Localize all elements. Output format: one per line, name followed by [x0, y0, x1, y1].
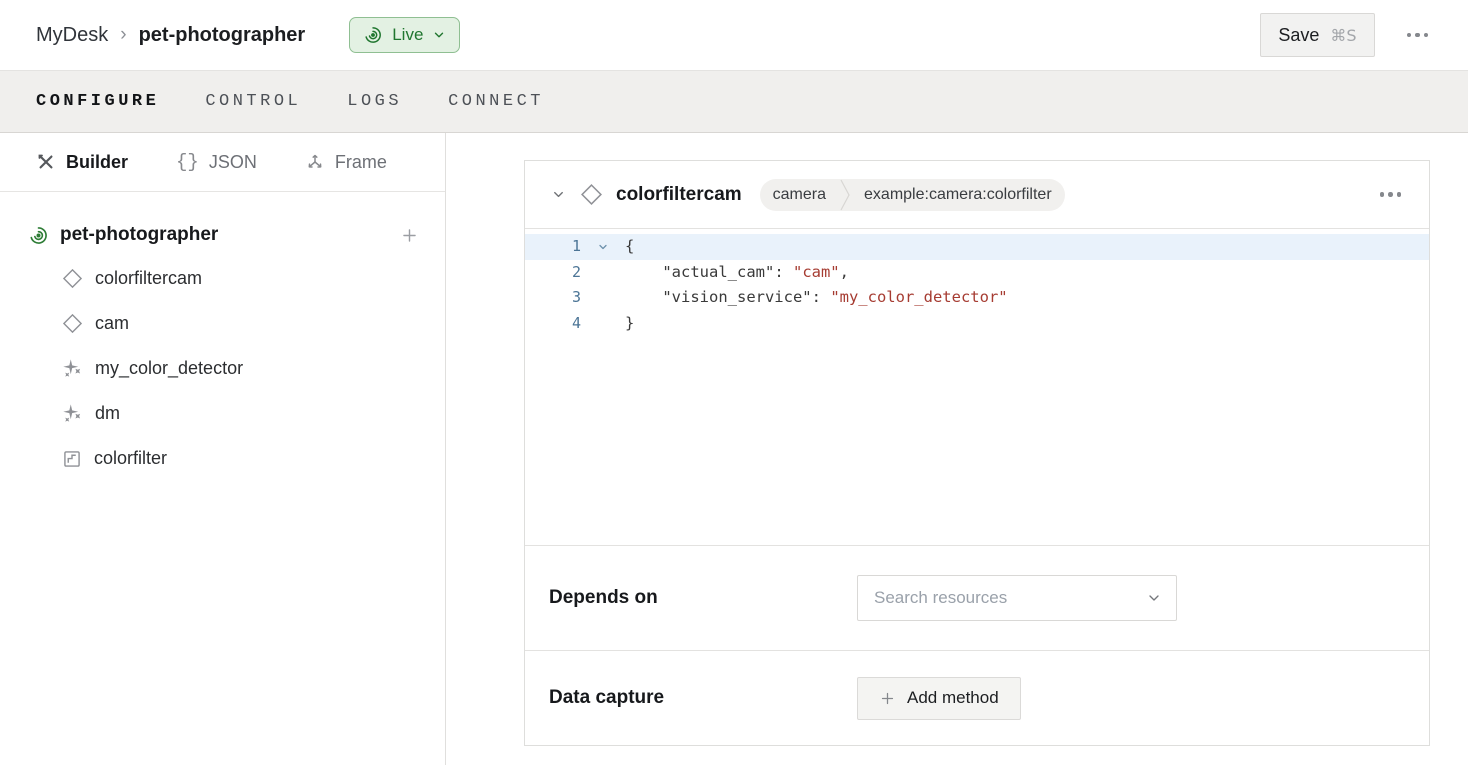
component-diamond-icon	[580, 183, 603, 206]
line-number: 4	[525, 311, 581, 337]
breadcrumb-machine[interactable]: pet-photographer	[139, 24, 306, 47]
code-text: "actual_cam": "cam",	[625, 260, 849, 286]
resource-card: colorfiltercam camera example:camera:col…	[524, 160, 1430, 746]
fold-spacer	[581, 285, 625, 311]
code-text: {	[625, 234, 634, 260]
fold-spacer	[581, 260, 625, 286]
save-shortcut: ⌘S	[1330, 26, 1356, 45]
card-menu-button[interactable]	[1376, 186, 1406, 203]
badge-separator-icon	[839, 179, 851, 211]
tab-configure[interactable]: CONFIGURE	[36, 88, 159, 115]
module-icon	[62, 449, 82, 469]
chevron-down-icon	[432, 28, 446, 42]
live-status-button[interactable]: Live	[349, 17, 460, 53]
tree-item-dm[interactable]: dm	[0, 391, 445, 436]
resource-type-badge: camera example:camera:colorfilter	[760, 179, 1065, 211]
depends-on-label: Depends on	[549, 587, 857, 609]
tree-item-label: colorfilter	[94, 448, 167, 469]
breadcrumb-separator-icon: ›	[120, 24, 126, 46]
badge-model: example:camera:colorfilter	[851, 186, 1065, 204]
tree-item-cam[interactable]: cam	[0, 301, 445, 346]
badge-type: camera	[760, 186, 839, 204]
resource-title: colorfiltercam	[616, 184, 742, 206]
add-method-button[interactable]: Add method	[857, 677, 1021, 720]
line-number: 1	[525, 234, 581, 260]
tree-item-label: cam	[95, 313, 129, 334]
code-text: "vision_service": "my_color_detector"	[625, 285, 1008, 311]
fold-chevron-icon[interactable]	[581, 234, 625, 260]
card-header: colorfiltercam camera example:camera:col…	[525, 161, 1429, 228]
machine-live-icon	[28, 225, 49, 246]
data-capture-label: Data capture	[549, 687, 857, 709]
top-header: MyDesk › pet-photographer Live Save ⌘S	[0, 0, 1468, 70]
fold-spacer	[581, 311, 625, 337]
save-button[interactable]: Save ⌘S	[1260, 13, 1374, 57]
code-line[interactable]: 2 "actual_cam": "cam",	[525, 260, 1429, 286]
service-sparkles-icon	[62, 358, 83, 379]
view-toggle-json[interactable]: {} JSON	[176, 151, 257, 173]
code-line[interactable]: 4}	[525, 311, 1429, 337]
tree-item-label: dm	[95, 403, 120, 424]
depends-on-select[interactable]: Search resources	[857, 575, 1177, 621]
line-number: 3	[525, 285, 581, 311]
view-toggle-frame[interactable]: Frame	[305, 152, 387, 173]
tab-connect[interactable]: CONNECT	[448, 88, 544, 115]
machine-name: pet-photographer	[60, 224, 218, 246]
sidebar: Builder {} JSON Frame pet-photographer	[0, 133, 446, 765]
chevron-down-icon	[1146, 590, 1162, 606]
depends-on-placeholder: Search resources	[874, 588, 1146, 608]
frame-icon	[305, 152, 325, 172]
tab-control[interactable]: CONTROL	[205, 88, 301, 115]
tree-root-machine[interactable]: pet-photographer	[0, 214, 445, 256]
collapse-chevron-icon[interactable]	[549, 185, 568, 204]
live-label: Live	[392, 25, 423, 45]
save-label: Save	[1278, 25, 1319, 46]
live-broadcast-icon	[363, 25, 383, 45]
main-content: colorfiltercam camera example:camera:col…	[446, 133, 1468, 765]
service-sparkles-icon	[62, 403, 83, 424]
tree-item-colorfiltercam[interactable]: colorfiltercam	[0, 256, 445, 301]
view-label: Frame	[335, 152, 387, 173]
line-number: 2	[525, 260, 581, 286]
view-label: JSON	[209, 152, 257, 173]
component-diamond-icon	[62, 268, 83, 289]
depends-on-section: Depends on Search resources	[525, 545, 1429, 650]
braces-icon: {}	[176, 151, 199, 173]
tab-bar: CONFIGURE CONTROL LOGS CONNECT	[0, 70, 1468, 133]
breadcrumb: MyDesk › pet-photographer	[36, 24, 305, 47]
code-line[interactable]: 3 "vision_service": "my_color_detector"	[525, 285, 1429, 311]
tree-item-my_color_detector[interactable]: my_color_detector	[0, 346, 445, 391]
add-resource-button[interactable]	[400, 226, 419, 245]
code-text: }	[625, 311, 634, 337]
header-actions: Save ⌘S	[1260, 13, 1432, 57]
header-menu-button[interactable]	[1403, 27, 1433, 44]
tab-logs[interactable]: LOGS	[347, 88, 402, 115]
view-toggle-builder[interactable]: Builder	[36, 152, 128, 173]
resource-tree: pet-photographer colorfiltercam cam my_col…	[0, 192, 445, 481]
json-code-editor[interactable]: 1{2 "actual_cam": "cam",3 "vision_servic…	[525, 228, 1429, 545]
code-line[interactable]: 1{	[525, 234, 1429, 260]
data-capture-section: Data capture Add method	[525, 650, 1429, 745]
view-toggle: Builder {} JSON Frame	[0, 133, 445, 192]
tree-item-label: my_color_detector	[95, 358, 243, 379]
add-method-label: Add method	[907, 688, 999, 708]
tree-item-colorfilter[interactable]: colorfilter	[0, 436, 445, 481]
breadcrumb-org[interactable]: MyDesk	[36, 24, 108, 47]
tree-item-label: colorfiltercam	[95, 268, 202, 289]
plus-icon	[879, 690, 896, 707]
app-root: MyDesk › pet-photographer Live Save ⌘S	[0, 0, 1468, 765]
component-diamond-icon	[62, 313, 83, 334]
tools-icon	[36, 152, 56, 172]
view-label: Builder	[66, 152, 128, 173]
